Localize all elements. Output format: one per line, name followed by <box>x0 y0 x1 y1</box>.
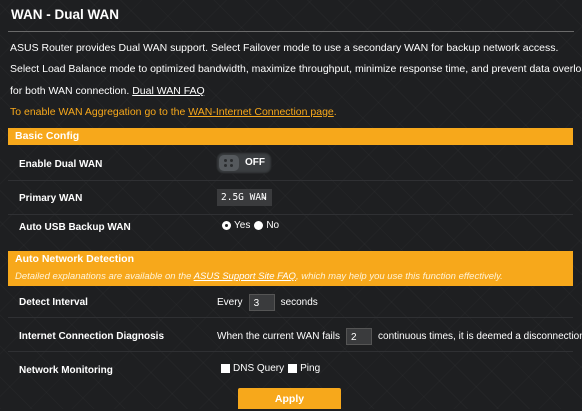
row-divider <box>8 180 573 181</box>
note-suffix: , which may help you use this function e… <box>295 271 503 282</box>
background-pattern <box>0 0 582 409</box>
detect-interval-label: Detect Interval <box>19 297 88 308</box>
diagnosis-prefix: When the current WAN fails <box>217 331 341 342</box>
description-line-2: Select Load Balance mode to optimized ba… <box>10 63 582 75</box>
primary-wan-select[interactable]: 2.5G WAN ⌄ <box>217 189 272 206</box>
auto-usb-no-radio[interactable] <box>254 221 264 230</box>
basic-config-header: Basic Config <box>8 128 573 145</box>
dns-query-label: DNS Query <box>233 363 285 374</box>
detect-interval-input[interactable]: 3 <box>248 294 275 311</box>
enable-dual-wan-toggle[interactable]: OFF <box>216 152 272 174</box>
chevron-down-icon: ⌄ <box>260 192 268 202</box>
every-text: Every <box>217 297 243 308</box>
title-divider <box>8 31 574 32</box>
dual-wan-faq-link[interactable]: Dual WAN FAQ <box>132 85 205 97</box>
description-line-1: ASUS Router provides Dual WAN support. S… <box>10 42 559 54</box>
row-divider <box>8 351 573 352</box>
seconds-text: seconds <box>280 297 318 308</box>
apply-button[interactable]: Apply <box>238 388 341 409</box>
row-divider <box>8 317 573 318</box>
row-divider <box>8 214 573 215</box>
primary-wan-label: Primary WAN <box>19 193 83 204</box>
network-monitoring-label: Network Monitoring <box>19 365 113 376</box>
enable-dual-wan-label: Enable Dual WAN <box>19 159 103 170</box>
toggle-knob-icon <box>219 155 239 171</box>
page-title: WAN - Dual WAN <box>11 7 119 22</box>
detect-interval-control: Every 3 seconds <box>217 294 318 311</box>
toggle-state: OFF <box>245 157 265 168</box>
aggregation-suffix: . <box>333 106 337 118</box>
auto-usb-backup-label: Auto USB Backup WAN <box>19 222 131 233</box>
auto-detection-note: Detailed explanations are available on t… <box>8 268 573 286</box>
diagnosis-suffix: continuous times, it is deemed a disconn… <box>378 331 582 342</box>
ping-label: Ping <box>300 363 321 374</box>
wan-internet-connection-link[interactable]: WAN-Internet Connection page <box>188 106 334 118</box>
wan-aggregation-note: To enable WAN Aggregation go to the WAN-… <box>10 106 337 118</box>
internet-diagnosis-label: Internet Connection Diagnosis <box>19 331 165 342</box>
description-line-3-text: for both WAN connection. <box>10 85 130 97</box>
ping-checkbox[interactable] <box>288 364 298 373</box>
asus-support-faq-link[interactable]: ASUS Support Site FAQ <box>194 271 296 282</box>
diagnosis-count-input[interactable]: 2 <box>346 328 373 345</box>
auto-usb-no-label: No <box>266 220 280 231</box>
auto-usb-radio-group: Yes No <box>222 220 279 231</box>
auto-network-detection-header: Auto Network Detection <box>8 251 573 268</box>
description-line-3: for both WAN connection. Dual WAN FAQ <box>10 85 205 97</box>
auto-usb-yes-radio[interactable] <box>222 221 231 230</box>
network-monitoring-options: DNS Query Ping <box>221 363 320 374</box>
dns-query-checkbox[interactable] <box>221 364 230 373</box>
auto-usb-yes-label: Yes <box>234 220 251 231</box>
internet-diagnosis-control: When the current WAN fails 2 continuous … <box>217 328 582 345</box>
note-prefix: Detailed explanations are available on t… <box>15 271 194 282</box>
aggregation-text: To enable WAN Aggregation go to the <box>10 106 189 118</box>
